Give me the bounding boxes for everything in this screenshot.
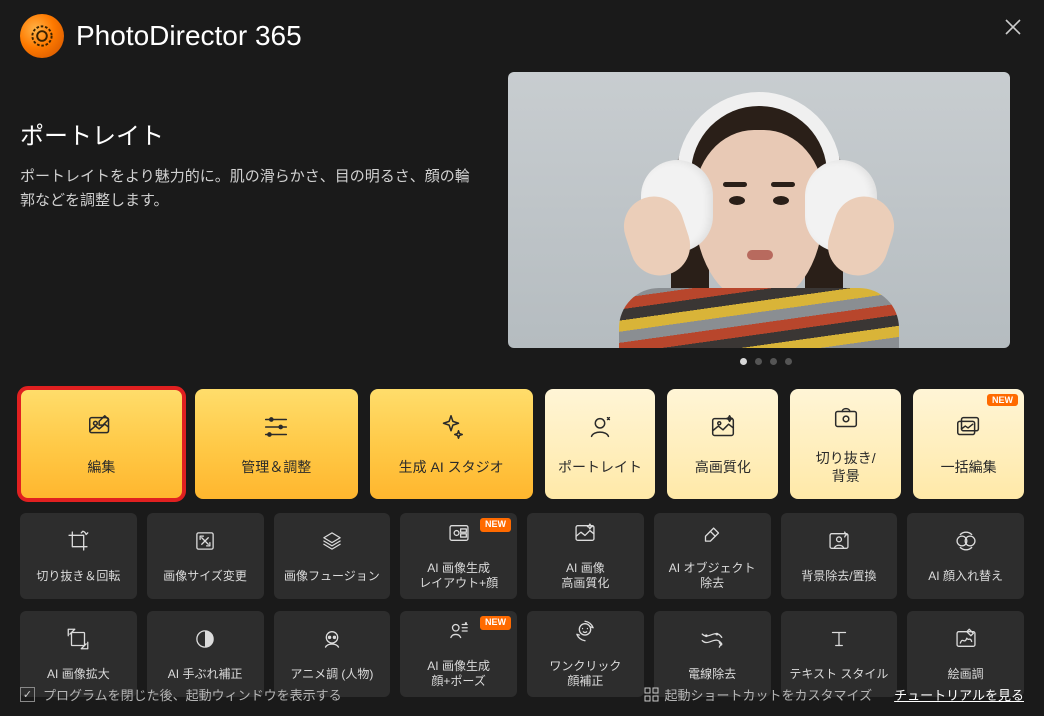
tile-label: 背景除去/置換 xyxy=(801,569,876,585)
tile-label: ポートレイト xyxy=(558,459,642,477)
tile-label: AI 手ぶれ補正 xyxy=(168,667,243,683)
sub-tile-bg-remove[interactable]: 背景除去/置換 xyxy=(781,513,898,599)
hero-description: ポートレイトをより魅力的に。肌の滑らかさ、目の明るさ、顔の輪郭などを調整します。 xyxy=(20,165,484,213)
sub-tile-eraser[interactable]: AI オブジェクト除去 xyxy=(654,513,771,599)
hero-image[interactable] xyxy=(508,72,1010,348)
customize-shortcuts-link[interactable]: 起動ショートカットをカスタマイズ xyxy=(644,685,873,704)
hero-title: ポートレイト xyxy=(20,116,484,151)
main-tile-portrait[interactable]: ポートレイト xyxy=(545,389,656,499)
tile-label: 高画質化 xyxy=(695,459,751,477)
main-tile-edit-image[interactable]: 編集 xyxy=(20,389,183,499)
new-badge: NEW xyxy=(987,394,1018,406)
anime-icon xyxy=(319,626,345,657)
batch-image-icon xyxy=(954,412,984,445)
tile-label: テキスト スタイル xyxy=(789,667,888,683)
carousel-dot[interactable] xyxy=(755,358,762,365)
close-button[interactable] xyxy=(1000,14,1026,40)
sub-tile-resize[interactable]: 画像サイズ変更 xyxy=(147,513,264,599)
app-logo-icon xyxy=(20,14,64,58)
tutorial-link[interactable]: チュートリアルを見る xyxy=(894,685,1024,704)
sub-tile-ai-layout-face[interactable]: NEW AI 画像生成レイアウト+顔 xyxy=(400,513,517,599)
startup-window-checkbox[interactable]: ✓ プログラムを閉じた後、起動ウィンドウを表示する xyxy=(20,685,342,704)
face-retouch-icon xyxy=(572,618,598,649)
sub-tile-ai-enhance[interactable]: AI 画像高画質化 xyxy=(527,513,644,599)
carousel-dot[interactable] xyxy=(785,358,792,365)
ai-enhance-icon xyxy=(572,520,598,551)
hero-text: ポートレイト ポートレイトをより魅力的に。肌の滑らかさ、目の明るさ、顔の輪郭など… xyxy=(20,72,484,213)
tile-label: AI 画像拡大 xyxy=(47,667,110,683)
tile-label: 絵画調 xyxy=(948,667,984,683)
sub-tile-fusion[interactable]: 画像フュージョン xyxy=(274,513,391,599)
sub-tile-crop-rotate[interactable]: 切り抜き＆回転 xyxy=(20,513,137,599)
text-style-icon xyxy=(826,626,852,657)
sub-tiles-row-1: 切り抜き＆回転 画像サイズ変更 画像フュージョン NEW AI 画像生成レイアウト+顔 A… xyxy=(0,507,1044,605)
tile-label: 電線除去 xyxy=(688,667,736,683)
carousel-dots xyxy=(508,358,1024,365)
bg-remove-icon xyxy=(826,528,852,559)
hero-section: ポートレイト ポートレイトをより魅力的に。肌の滑らかさ、目の明るさ、顔の輪郭など… xyxy=(0,72,1044,373)
cutout-icon xyxy=(831,403,861,436)
carousel-dot[interactable] xyxy=(740,358,747,365)
sub-tile-face-swap[interactable]: AI 顔入れ替え xyxy=(907,513,1024,599)
tile-label: AI 画像高画質化 xyxy=(561,561,609,592)
check-icon: ✓ xyxy=(20,687,35,702)
ai-face-pose-icon xyxy=(446,618,472,649)
header: PhotoDirector 365 xyxy=(0,0,1044,72)
main-tile-cutout[interactable]: 切り抜き/背景 xyxy=(790,389,901,499)
main-tile-sliders[interactable]: 管理＆調整 xyxy=(195,389,358,499)
wire-remove-icon xyxy=(699,626,725,657)
tile-label: 画像フュージョン xyxy=(284,569,380,585)
tile-label: 生成 AI スタジオ xyxy=(399,459,504,477)
tile-label: AI 顔入れ替え xyxy=(928,569,1003,585)
new-badge: NEW xyxy=(480,518,511,532)
image-quality-icon xyxy=(708,412,738,445)
resize-icon xyxy=(192,528,218,559)
face-swap-icon xyxy=(953,528,979,559)
tile-label: 一括編集 xyxy=(941,459,997,477)
footer: ✓ プログラムを閉じた後、起動ウィンドウを表示する 起動ショートカットをカスタマ… xyxy=(0,685,1044,704)
main-tile-sparkle[interactable]: 生成 AI スタジオ xyxy=(370,389,533,499)
main-tile-image-quality[interactable]: 高画質化 xyxy=(667,389,778,499)
main-tile-batch-image[interactable]: NEW 一括編集 xyxy=(913,389,1024,499)
hero-carousel xyxy=(508,72,1024,365)
grid-icon xyxy=(644,687,659,702)
tile-label: AI 画像生成レイアウト+顔 xyxy=(419,561,498,592)
edit-image-icon xyxy=(86,412,116,445)
tile-label: 切り抜き＆回転 xyxy=(36,569,120,585)
sparkle-icon xyxy=(436,412,466,445)
fusion-icon xyxy=(319,528,345,559)
portrait-icon xyxy=(585,412,615,445)
app-title: PhotoDirector 365 xyxy=(76,20,302,52)
main-tiles-row: 編集 管理＆調整 生成 AI スタジオ ポートレイト 高画質化 切り抜き/背景 NEW 一括編… xyxy=(0,373,1044,507)
deblur-icon xyxy=(192,626,218,657)
crop-rotate-icon xyxy=(65,528,91,559)
expand-icon xyxy=(65,626,91,657)
checkbox-label: プログラムを閉じた後、起動ウィンドウを表示する xyxy=(43,685,342,704)
tile-label: 切り抜き/背景 xyxy=(816,450,876,485)
tile-label: アニメ調 (人物) xyxy=(290,667,373,683)
sliders-icon xyxy=(261,412,291,445)
tile-label: 編集 xyxy=(87,459,115,477)
ai-layout-face-icon xyxy=(446,520,472,551)
tile-label: AI オブジェクト除去 xyxy=(669,561,756,592)
tile-label: 管理＆調整 xyxy=(241,459,311,477)
tile-label: 画像サイズ変更 xyxy=(163,569,247,585)
carousel-dot[interactable] xyxy=(770,358,777,365)
eraser-icon xyxy=(699,520,725,551)
painting-icon xyxy=(953,626,979,657)
new-badge: NEW xyxy=(480,616,511,630)
